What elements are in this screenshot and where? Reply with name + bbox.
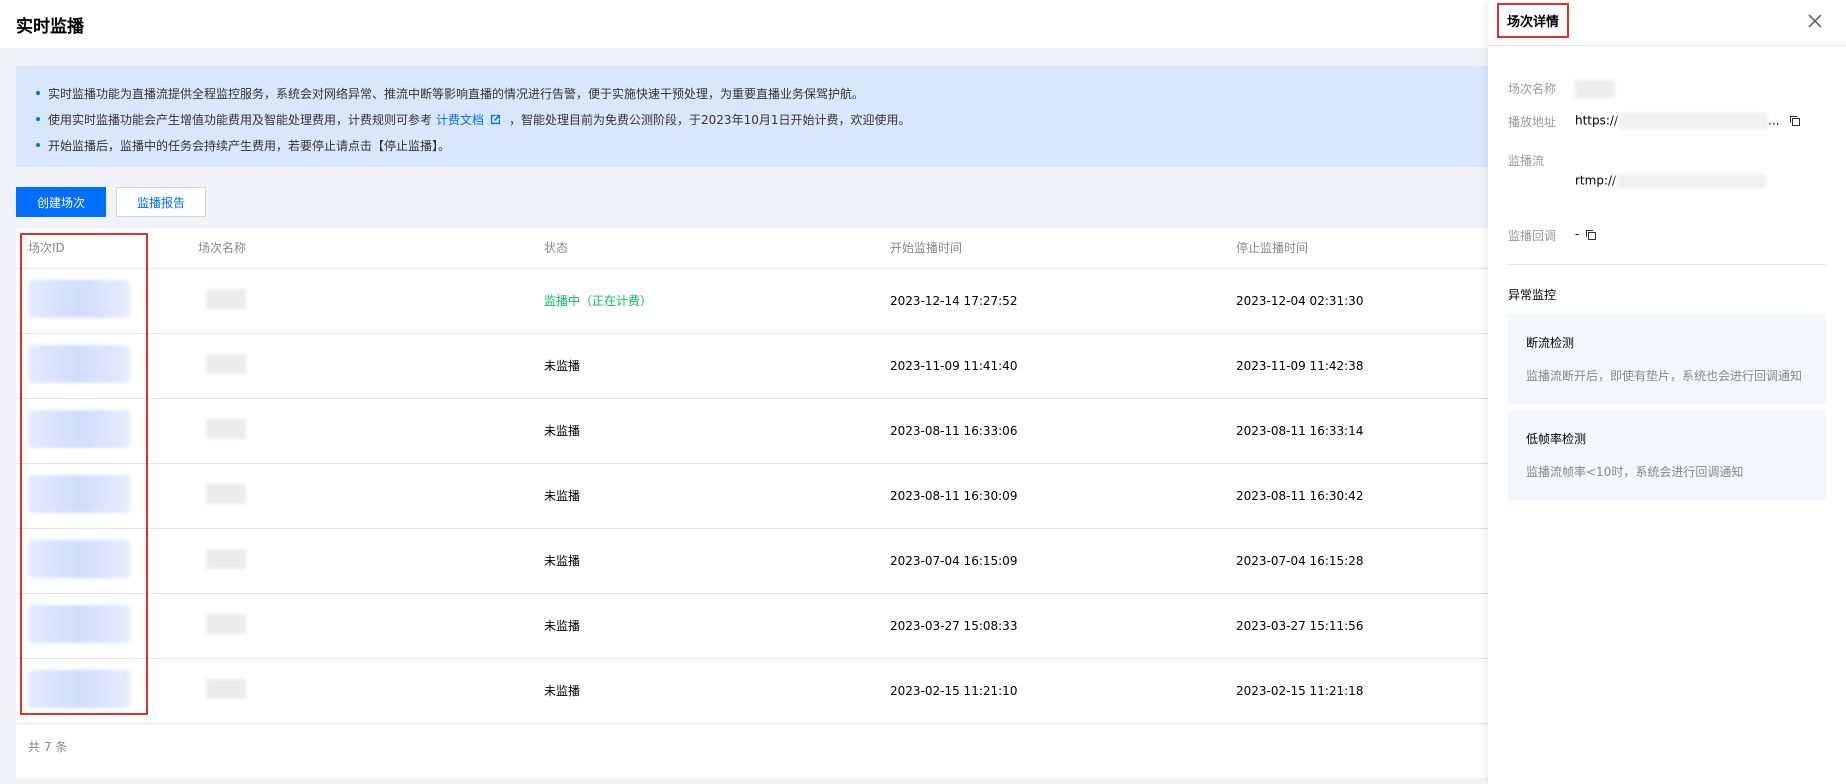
- header-session-name: 场次名称: [186, 228, 532, 269]
- play-url-value: https://...: [1575, 113, 1801, 130]
- notice-banner: 实时监播功能为直播流提供全程监控服务，系统会对网络异常、推流中断等影响直播的情况…: [16, 66, 1488, 167]
- cell-start-time: 2023-08-11 16:30:09: [878, 463, 1224, 529]
- table-row[interactable]: 未监播 2023-11-09 11:41:40 2023-11-09 11:42:3…: [16, 333, 1488, 399]
- cell-session-name: [186, 658, 532, 724]
- card-stream-break: 断流检测 监播流断开后，即使有垫片，系统也会进行回调通知: [1508, 314, 1826, 404]
- main-area: 实时监播 实时监播功能为直播流提供全程监控服务，系统会对网络异常、推流中断等影响…: [0, 0, 1488, 784]
- cell-session-name: [186, 268, 532, 334]
- field-label: 监播流: [1508, 154, 1545, 168]
- bullet-dot: [36, 91, 40, 95]
- notice-text-3: 开始监播后，监播中的任务会持续产生费用，若要停止请点击【停止监播】。: [48, 138, 451, 153]
- cell-stop-time: 2023-02-15 11:21:18: [1224, 658, 1488, 724]
- cell-start-time: 2023-08-11 16:33:06: [878, 398, 1224, 464]
- copy-icon[interactable]: [1789, 115, 1801, 127]
- cell-session-name: [186, 398, 532, 464]
- cell-status: 监播中（正在计费）: [532, 268, 878, 334]
- cell-session-name: [186, 333, 532, 399]
- header-start-time: 开始监播时间: [878, 228, 1224, 269]
- header-session-id: 场次ID: [16, 228, 186, 269]
- field-callback: 监播回调 -: [1508, 227, 1597, 244]
- card-low-framerate: 低帧率检测 监播流帧率<10时，系统会进行回调通知: [1508, 410, 1826, 500]
- session-name-value: [1575, 80, 1615, 98]
- notice-line-2: 使用实时监播功能会产生增值功能费用及智能处理费用，计费规则可参考 计费文档 ，智…: [36, 106, 1468, 132]
- notice-line-1: 实时监播功能为直播流提供全程监控服务，系统会对网络异常、推流中断等影响直播的情况…: [36, 80, 1468, 106]
- copy-icon[interactable]: [1585, 229, 1597, 241]
- cell-session-id: [16, 463, 186, 529]
- table-row[interactable]: 未监播 2023-08-11 16:33:06 2023-08-11 16:33:1…: [16, 398, 1488, 464]
- card-title: 低帧率检测: [1526, 432, 1587, 446]
- cell-stop-time: 2023-07-04 16:15:28: [1224, 528, 1488, 594]
- cell-stop-time: 2023-08-11 16:33:14: [1224, 398, 1488, 464]
- table-row[interactable]: 未监播 2023-03-27 15:08:33 2023-03-27 15:11:5…: [16, 593, 1488, 659]
- page-title: 实时监播: [16, 16, 84, 37]
- table-total: 共 7 条: [28, 740, 68, 754]
- field-monitor-stream: 监播流 rtmp://: [1508, 152, 1767, 189]
- field-session-name: 场次名称: [1508, 80, 1615, 98]
- cell-session-id: [16, 268, 186, 334]
- table-row[interactable]: 未监播 2023-07-04 16:15:09 2023-07-04 16:15:2…: [16, 528, 1488, 594]
- cell-session-name: [186, 593, 532, 659]
- monitor-report-button[interactable]: 监播报告: [116, 187, 206, 217]
- cell-start-time: 2023-03-27 15:08:33: [878, 593, 1224, 659]
- cell-session-id: [16, 333, 186, 399]
- bullet-dot: [36, 117, 40, 121]
- card-title: 断流检测: [1526, 336, 1575, 350]
- cell-status: 未监播: [532, 463, 878, 529]
- cell-status: 未监播: [532, 333, 878, 399]
- bullet-dot: [36, 143, 40, 147]
- cell-stop-time: 2023-08-11 16:30:42: [1224, 463, 1488, 529]
- notice-text-2-post: ，智能处理目前为免费公测阶段，于2023年10月1日开始计费，欢迎使用。: [509, 112, 911, 127]
- notice-line-3: 开始监播后，监播中的任务会持续产生费用，若要停止请点击【停止监播】。: [36, 132, 1468, 158]
- cell-status: 未监播: [532, 398, 878, 464]
- table-row[interactable]: 未监播 2023-08-11 16:30:09 2023-08-11 16:30:4…: [16, 463, 1488, 529]
- header-status: 状态: [532, 228, 878, 269]
- cell-session-id: [16, 658, 186, 724]
- callback-value: -: [1575, 227, 1597, 244]
- cell-start-time: 2023-07-04 16:15:09: [878, 528, 1224, 594]
- stream-value: rtmp://: [1575, 152, 1767, 189]
- billing-doc-link[interactable]: 计费文档: [436, 111, 484, 128]
- cell-stop-time: 2023-12-04 02:31:30: [1224, 268, 1488, 334]
- external-link-icon[interactable]: [490, 114, 501, 125]
- header-stop-time: 停止监播时间: [1224, 228, 1488, 269]
- cell-status: 未监播: [532, 528, 878, 594]
- cell-session-id: [16, 593, 186, 659]
- notice-text-1: 实时监播功能为直播流提供全程监控服务，系统会对网络异常、推流中断等影响直播的情况…: [48, 86, 865, 101]
- divider: [1508, 264, 1826, 265]
- field-label: 播放地址: [1508, 115, 1557, 129]
- table-row[interactable]: 未监播 2023-02-15 11:21:10 2023-02-15 11:21:1…: [16, 658, 1488, 724]
- cell-status: 未监播: [532, 593, 878, 659]
- field-label: 场次名称: [1508, 82, 1557, 96]
- cell-status: 未监播: [532, 658, 878, 724]
- cell-session-id: [16, 528, 186, 594]
- cell-session-id: [16, 398, 186, 464]
- cell-start-time: 2023-12-14 17:27:52: [878, 268, 1224, 334]
- notice-text-2-pre: 使用实时监播功能会产生增值功能费用及智能处理费用，计费规则可参考: [48, 112, 433, 127]
- close-icon[interactable]: [1806, 12, 1824, 30]
- cell-stop-time: 2023-11-09 11:42:38: [1224, 333, 1488, 399]
- sessions-table: 场次ID 场次名称 状态 开始监播时间 停止监播时间 监播中（正在计费） 2023…: [16, 228, 1488, 778]
- session-detail-drawer: 场次详情 场次名称 播放地址 https://... 监播流 rtmp:// 监…: [1488, 0, 1846, 784]
- drawer-title: 场次详情: [1497, 3, 1570, 38]
- card-desc: 监播流断开后，即使有垫片，系统也会进行回调通知: [1526, 369, 1803, 383]
- cell-session-name: [186, 463, 532, 529]
- table-header-row: 场次ID 场次名称 状态 开始监播时间 停止监播时间: [16, 228, 1488, 269]
- field-play-url: 播放地址 https://...: [1508, 113, 1801, 130]
- cell-start-time: 2023-02-15 11:21:10: [878, 658, 1224, 724]
- drawer-header: 场次详情: [1488, 0, 1846, 46]
- field-label: 监播回调: [1508, 229, 1557, 243]
- page-header: 实时监播: [0, 0, 1488, 48]
- cell-start-time: 2023-11-09 11:41:40: [878, 333, 1224, 399]
- section-title-exception: 异常监控: [1508, 288, 1557, 302]
- cell-session-name: [186, 528, 532, 594]
- cell-stop-time: 2023-03-27 15:11:56: [1224, 593, 1488, 659]
- table-row[interactable]: 监播中（正在计费） 2023-12-14 17:27:52 2023-12-04 0…: [16, 268, 1488, 334]
- card-desc: 监播流帧率<10时，系统会进行回调通知: [1526, 465, 1744, 479]
- create-session-button[interactable]: 创建场次: [16, 187, 106, 217]
